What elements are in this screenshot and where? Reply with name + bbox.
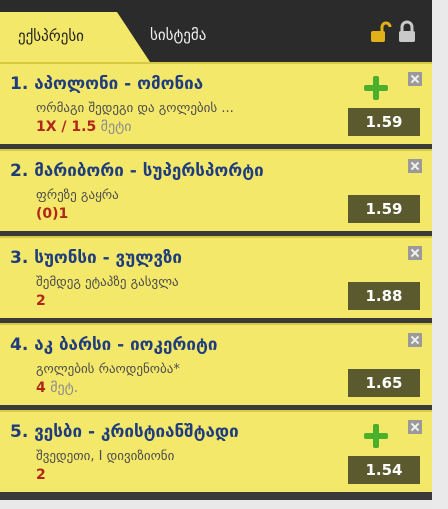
bet-pick: 2 [36, 467, 46, 483]
bet-item[interactable]: 5. ვესბი - კრისტიანშტადი შვედეთი, I დივი… [0, 410, 432, 492]
panel-bottom-gap [0, 500, 432, 509]
tab-express-label: ექსპრესი [18, 27, 84, 45]
close-icon[interactable] [408, 159, 422, 173]
bet-market: გოლების რაოდენობა* [36, 362, 180, 377]
bet-odds: 1.54 [348, 456, 420, 484]
bet-pick: 4 მეტ. [36, 380, 78, 396]
tab-express[interactable]: ექსპრესი [0, 12, 150, 62]
scrollbar[interactable] [432, 0, 448, 509]
bet-odds: 1.59 [348, 195, 420, 223]
bet-pick-value: 1X / 1.5 [36, 119, 97, 135]
bet-market: ფრეზე გაყრა [36, 188, 119, 203]
tab-system[interactable]: სისტემა [150, 26, 206, 44]
bet-match-title: 2. მარიბორი - სუპერსპორტი [10, 161, 264, 181]
bet-pick: (0)1 [36, 206, 68, 222]
close-icon[interactable] [408, 72, 422, 86]
close-icon[interactable] [408, 246, 422, 260]
bet-match-title: 1. აპოლონი - ომონია [10, 74, 204, 94]
bet-item[interactable]: 1. აპოლონი - ომონია ორმაგი შედეგი და გოლ… [0, 62, 432, 144]
bet-odds: 1.88 [348, 282, 420, 310]
bet-odds: 1.65 [348, 369, 420, 397]
bet-item[interactable]: 2. მარიბორი - სუპერსპორტი ფრეზე გაყრა (0… [0, 149, 432, 231]
bet-odds: 1.59 [348, 108, 420, 136]
bet-item[interactable]: 4. აკ ბარსი - იოკერიტი გოლების რაოდენობა… [0, 323, 432, 405]
close-icon[interactable] [408, 333, 422, 347]
bet-market: შემდეგ ეტაპზე გასვლა [36, 275, 179, 290]
plus-icon[interactable] [364, 424, 388, 448]
bet-pick: 2 [36, 293, 46, 309]
bet-pick-value: (0)1 [36, 206, 69, 222]
bet-match-title: 3. სუონსი - ვულვზი [10, 248, 182, 268]
bet-item[interactable]: 3. სუონსი - ვულვზი შემდეგ ეტაპზე გასვლა … [0, 236, 432, 318]
close-icon[interactable] [408, 420, 422, 434]
bet-pick-value: 2 [36, 467, 46, 483]
bet-match-title: 5. ვესბი - კრისტიანშტადი [10, 422, 239, 442]
betslip-panel: ექსპრესი სისტემა 1. აპოლონი - ომონია ორმ… [0, 0, 432, 509]
bet-pick: 1X / 1.5 მეტი [36, 119, 131, 135]
betslip-tabs: ექსპრესი სისტემა [0, 0, 432, 62]
bet-market: შვედეთი, I დივიზიონი [36, 449, 175, 464]
plus-icon[interactable] [364, 76, 388, 100]
bet-pick-value: 4 [36, 380, 46, 396]
unlock-icon[interactable] [368, 20, 392, 44]
bet-pick-value: 2 [36, 293, 46, 309]
bet-market: ორმაგი შედეგი და გოლების ... [36, 101, 234, 116]
bet-pick-extra: მეტი [96, 119, 132, 135]
lock-icon[interactable] [396, 20, 418, 44]
bet-match-title: 4. აკ ბარსი - იოკერიტი [10, 335, 218, 355]
bet-pick-extra: მეტ. [45, 380, 79, 396]
